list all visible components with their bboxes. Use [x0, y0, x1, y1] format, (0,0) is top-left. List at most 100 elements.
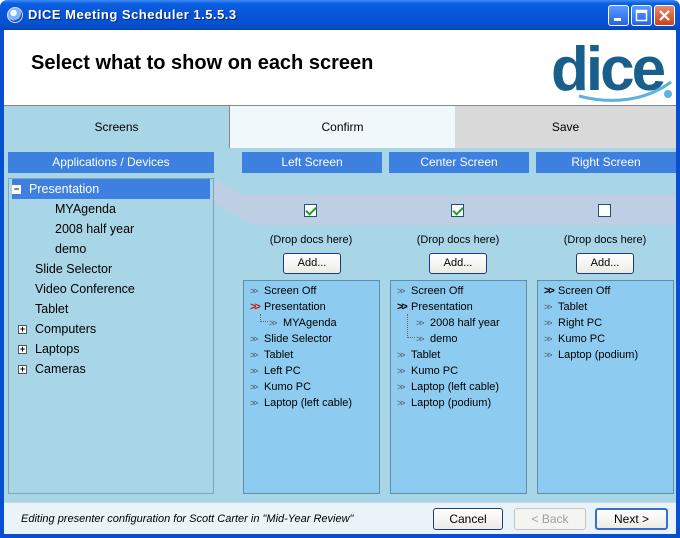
back-button[interactable]: < Back: [514, 508, 586, 530]
double-chevron-icon: >>: [397, 366, 406, 376]
tree-item-laptops[interactable]: + Laptops: [18, 339, 79, 359]
double-chevron-icon: >>: [397, 350, 406, 360]
list-item[interactable]: >> Screen Off: [544, 283, 610, 299]
window-title: DICE Meeting Scheduler 1.5.5.3: [28, 7, 237, 22]
wizard-tabs: Screens Confirm Save: [4, 105, 676, 149]
center-screen-header: Center Screen: [389, 152, 529, 173]
double-chevron-icon: >>: [250, 334, 259, 344]
double-chevron-icon: >>: [250, 286, 259, 296]
maximize-icon: [635, 9, 648, 22]
list-item[interactable]: >> Laptop (podium): [397, 395, 491, 411]
expand-icon[interactable]: +: [18, 345, 27, 355]
collapse-icon[interactable]: −: [12, 185, 21, 195]
double-chevron-icon: >>: [397, 398, 406, 408]
title-bar[interactable]: DICE Meeting Scheduler 1.5.5.3: [0, 0, 680, 30]
tree-item-video-conference[interactable]: Video Conference: [35, 279, 135, 299]
minimize-button[interactable]: [608, 5, 629, 26]
tree-item-presentation[interactable]: − Presentation: [12, 179, 210, 199]
minimize-icon: [614, 18, 621, 21]
list-item[interactable]: >> Left PC: [250, 363, 301, 379]
left-screen-list[interactable]: >> Screen Off >> Presentation >> MYAgenda >…: [243, 280, 380, 494]
left-screen-header: Left Screen: [242, 152, 382, 173]
tree-item-demo[interactable]: demo: [55, 239, 86, 259]
right-screen-drop-zone[interactable]: (Drop docs here): [530, 234, 680, 246]
double-chevron-icon: >>: [269, 318, 278, 328]
list-item[interactable]: >> Tablet: [250, 347, 293, 363]
left-screen-add-button[interactable]: Add...: [283, 253, 341, 274]
list-item[interactable]: >> Right PC: [544, 315, 602, 331]
tree-item-computers[interactable]: + Computers: [18, 319, 96, 339]
double-chevron-icon: >>: [397, 286, 406, 296]
tree-connector: [407, 314, 415, 338]
list-item[interactable]: >> MYAgenda: [269, 315, 337, 331]
status-text: Editing presenter configuration for Scot…: [21, 513, 354, 525]
left-screen-checkbox[interactable]: [304, 204, 317, 217]
list-item[interactable]: >> Tablet: [544, 299, 587, 315]
double-chevron-icon: >>: [544, 302, 553, 312]
double-chevron-icon: >>: [250, 382, 259, 392]
list-item[interactable]: >> Presentation: [250, 299, 326, 315]
tree-item-label: Laptops: [35, 342, 80, 356]
list-item[interactable]: >> Laptop (left cable): [250, 395, 352, 411]
list-item[interactable]: >> Slide Selector: [250, 331, 332, 347]
list-item[interactable]: >> Screen Off: [397, 283, 463, 299]
right-screen-checkbox[interactable]: [598, 204, 611, 217]
tab-confirm[interactable]: Confirm: [230, 106, 456, 149]
double-chevron-icon: >>: [397, 301, 408, 313]
center-screen-drop-zone[interactable]: (Drop docs here): [383, 234, 533, 246]
close-icon: [659, 10, 670, 21]
center-screen-add-button[interactable]: Add...: [429, 253, 487, 274]
tab-save[interactable]: Save: [455, 106, 676, 149]
double-chevron-icon: >>: [250, 350, 259, 360]
tree-connector: [260, 314, 268, 322]
footer: Editing presenter configuration for Scot…: [4, 502, 676, 534]
list-item[interactable]: >> Kumo PC: [397, 363, 458, 379]
app-icon: [7, 7, 23, 23]
center-screen-list[interactable]: >> Screen Off >> Presentation >> 2008 half …: [390, 280, 527, 494]
list-item[interactable]: >> Kumo PC: [250, 379, 311, 395]
maximize-button[interactable]: [631, 5, 652, 26]
double-chevron-icon: >>: [544, 285, 555, 297]
dice-logo: dice: [551, 35, 672, 102]
list-item[interactable]: >> 2008 half year: [416, 315, 500, 331]
applications-devices-header: Applications / Devices: [8, 152, 214, 173]
close-button[interactable]: [654, 5, 675, 26]
tree-item-cameras[interactable]: + Cameras: [18, 359, 86, 379]
window-border-right: [676, 30, 680, 538]
tree-item-myagenda[interactable]: MYAgenda: [55, 199, 116, 219]
double-chevron-icon: >>: [544, 334, 553, 344]
tree-item-2008-half-year[interactable]: 2008 half year: [55, 219, 134, 239]
expand-icon[interactable]: +: [18, 365, 27, 375]
list-item[interactable]: >> Screen Off: [250, 283, 316, 299]
double-chevron-icon: >>: [544, 350, 553, 360]
center-screen-checkbox[interactable]: [451, 204, 464, 217]
list-item[interactable]: >> demo: [416, 331, 458, 347]
double-chevron-icon: >>: [250, 366, 259, 376]
right-screen-list[interactable]: >> Screen Off >> Tablet >> Right PC >> Kumo …: [537, 280, 674, 494]
active-selection-band: [214, 179, 676, 225]
tree-item-tablet[interactable]: Tablet: [35, 299, 68, 319]
tab-screens[interactable]: Screens: [4, 106, 230, 149]
double-chevron-icon: >>: [397, 382, 406, 392]
right-screen-add-button[interactable]: Add...: [576, 253, 634, 274]
tree-item-label: Presentation: [29, 182, 100, 196]
list-item[interactable]: >> Laptop (podium): [544, 347, 638, 363]
list-item[interactable]: >> Kumo PC: [544, 331, 605, 347]
left-screen-drop-zone[interactable]: (Drop docs here): [236, 234, 386, 246]
cancel-button[interactable]: Cancel: [433, 508, 503, 530]
list-item[interactable]: >> Tablet: [397, 347, 440, 363]
next-button[interactable]: Next >: [595, 508, 668, 530]
double-chevron-icon: >>: [416, 318, 425, 328]
svg-text:dice: dice: [551, 35, 665, 102]
expand-icon[interactable]: +: [18, 325, 27, 335]
list-item[interactable]: >> Presentation: [397, 299, 473, 315]
tree-item-slide-selector[interactable]: Slide Selector: [35, 259, 112, 279]
list-item[interactable]: >> Laptop (left cable): [397, 379, 499, 395]
right-screen-header: Right Screen: [536, 152, 676, 173]
double-chevron-icon: >>: [250, 301, 261, 313]
double-chevron-icon: >>: [544, 318, 553, 328]
applications-tree[interactable]: − Presentation MYAgenda 2008 half year de…: [8, 178, 214, 494]
double-chevron-icon: >>: [416, 334, 425, 344]
double-chevron-icon: >>: [250, 398, 259, 408]
window-border-bottom: [0, 534, 680, 538]
